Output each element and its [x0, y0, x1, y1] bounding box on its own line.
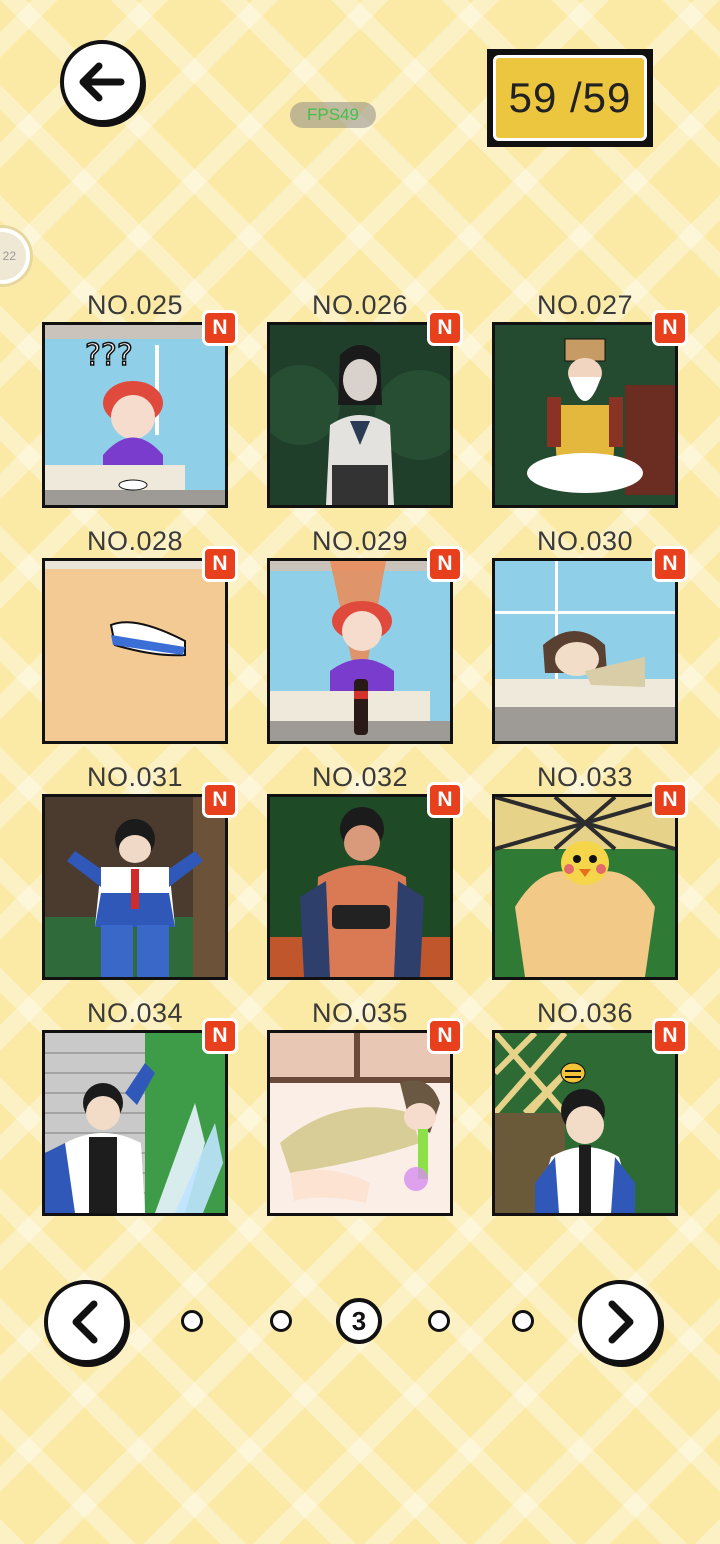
- card-image: [267, 322, 453, 508]
- card-label: NO.028: [86, 526, 184, 556]
- card-image: [42, 1030, 228, 1216]
- new-badge: N: [202, 310, 238, 346]
- card-label: NO.036: [536, 998, 634, 1028]
- new-badge: N: [427, 1018, 463, 1054]
- card-image: [42, 558, 228, 744]
- card-image: [492, 558, 678, 744]
- page-dot[interactable]: [512, 1310, 534, 1332]
- new-badge: N: [427, 310, 463, 346]
- new-badge: N: [202, 1018, 238, 1054]
- card-image: [492, 1030, 678, 1216]
- new-badge: N: [652, 310, 688, 346]
- collection-counter: 59 /59: [487, 49, 653, 147]
- card-label: NO.034: [86, 998, 184, 1028]
- new-badge: N: [652, 546, 688, 582]
- card-label: NO.035: [311, 998, 409, 1028]
- svg-text:???: ???: [85, 338, 133, 373]
- card-image: [267, 794, 453, 980]
- page-dot[interactable]: [428, 1310, 450, 1332]
- chevron-left-icon: [72, 1300, 98, 1344]
- card-image: [42, 794, 228, 980]
- collection-counter-text: 59 /59: [493, 55, 647, 141]
- new-badge: N: [427, 782, 463, 818]
- card-image: [267, 1030, 453, 1216]
- new-badge: N: [652, 782, 688, 818]
- card-image: [267, 558, 453, 744]
- chevron-right-icon: [608, 1300, 634, 1344]
- new-badge: N: [652, 1018, 688, 1054]
- card-image: ???: [42, 322, 228, 508]
- card-label: NO.029: [311, 526, 409, 556]
- page-dot[interactable]: [270, 1310, 292, 1332]
- card-label: NO.031: [86, 762, 184, 792]
- card-image: [492, 794, 678, 980]
- new-badge: N: [202, 782, 238, 818]
- new-badge: N: [202, 546, 238, 582]
- card-label: NO.033: [536, 762, 634, 792]
- prev-page-button[interactable]: [44, 1280, 128, 1364]
- card-label: NO.030: [536, 526, 634, 556]
- new-badge: N: [427, 546, 463, 582]
- card-label: NO.032: [311, 762, 409, 792]
- side-drawer-tab[interactable]: 22: [0, 228, 30, 284]
- next-page-button[interactable]: [578, 1280, 662, 1364]
- fps-indicator: FPS49: [290, 102, 376, 128]
- card-label: NO.026: [311, 290, 409, 320]
- back-button[interactable]: [60, 40, 144, 124]
- card-label: NO.025: [86, 290, 184, 320]
- arrow-left-icon: [79, 62, 125, 102]
- page-dot[interactable]: [181, 1310, 203, 1332]
- card-image: [492, 322, 678, 508]
- card-label: NO.027: [536, 290, 634, 320]
- page-dot-current: 3: [336, 1298, 382, 1344]
